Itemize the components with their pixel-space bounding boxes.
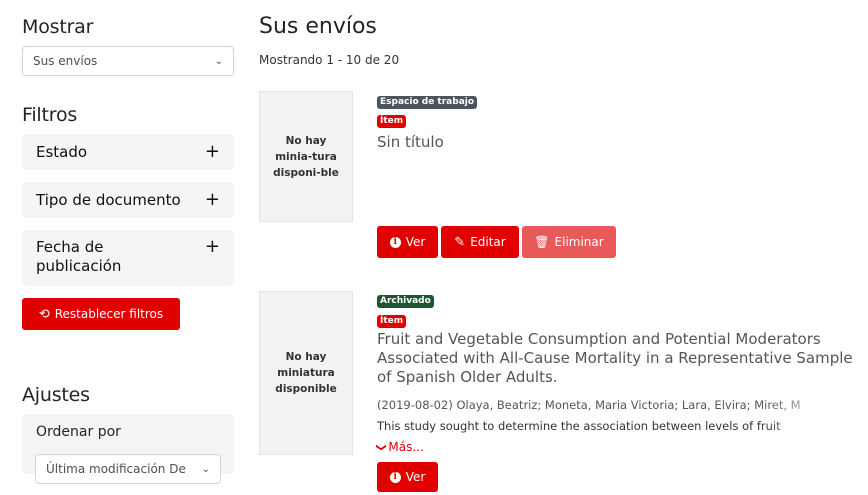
chevron-down-icon: ⌄ (201, 463, 210, 475)
sort-label: Ordenar por (36, 424, 121, 440)
type-badge: Ítem (377, 115, 407, 128)
undo-icon: ⟲ (38, 306, 50, 322)
chevron-down-icon: ⌄ (214, 55, 223, 67)
plus-icon: + (204, 141, 220, 162)
sidebar: Mostrar Sus envíos ⌄ Filtros Estado + Ti… (22, 0, 234, 495)
plus-icon: + (204, 189, 220, 210)
edit-label: Editar (470, 235, 506, 249)
type-badge: Ítem (377, 315, 407, 328)
info-icon: i (389, 471, 401, 483)
thumbnail-placeholder-text: No hay minia-tura disponi-ble (273, 134, 339, 179)
edit-button[interactable]: ✎ Editar (441, 226, 519, 258)
chevron-down-icon: ❯ (375, 442, 387, 452)
delete-label: Eliminar (554, 235, 604, 249)
reset-filters-button[interactable]: ⟲ Restablecer filtros (22, 298, 180, 330)
view-button[interactable]: i Ver (377, 226, 438, 258)
filter-tipo-documento[interactable]: Tipo de documento + (22, 182, 234, 218)
show-heading: Mostrar (22, 16, 94, 38)
show-more-link[interactable]: ❯ Más... (375, 440, 424, 454)
filter-label: Fecha de publicación (36, 238, 122, 275)
info-icon: i (389, 236, 401, 248)
item-thumbnail: No hay minia-tura disponi-ble (259, 91, 353, 222)
thumbnail-placeholder-text: No hay miniatura disponible (275, 351, 337, 395)
edit-icon: ✎ (454, 234, 466, 250)
text-fade-overlay (760, 396, 868, 438)
item-title[interactable]: Fruit and Vegetable Consumption and Pote… (377, 330, 868, 388)
filter-label: Tipo de documento (36, 191, 181, 209)
results-count: Mostrando 1 - 10 de 20 (259, 53, 400, 67)
show-select-value: Sus envíos (33, 54, 98, 68)
filters-heading: Filtros (22, 104, 78, 126)
show-more-label: Más... (388, 440, 424, 454)
page-title: Sus envíos (259, 14, 377, 39)
status-badge: Espacio de trabajo (377, 96, 478, 109)
item-title[interactable]: Sin título (377, 133, 444, 152)
sort-select[interactable]: Última modificación De ⌄ (35, 454, 221, 484)
sort-select-value: Última modificación De (46, 462, 186, 476)
view-button[interactable]: i Ver (377, 462, 438, 492)
plus-icon: + (204, 236, 220, 257)
view-label: Ver (405, 235, 426, 249)
filter-estado[interactable]: Estado + (22, 134, 234, 170)
settings-heading: Ajustes (22, 384, 90, 406)
item-thumbnail: No hay miniatura disponible (259, 291, 353, 455)
delete-button[interactable]: 🗑 Eliminar (522, 226, 616, 258)
show-select[interactable]: Sus envíos ⌄ (22, 46, 234, 76)
view-label: Ver (405, 470, 426, 484)
filter-label: Estado (36, 143, 88, 161)
status-badge: Archivado (377, 295, 434, 308)
filter-fecha-publicacion[interactable]: Fecha de publicación + (22, 230, 234, 286)
reset-filters-label: Restablecer filtros (54, 307, 164, 321)
trash-icon: 🗑 (534, 235, 550, 249)
